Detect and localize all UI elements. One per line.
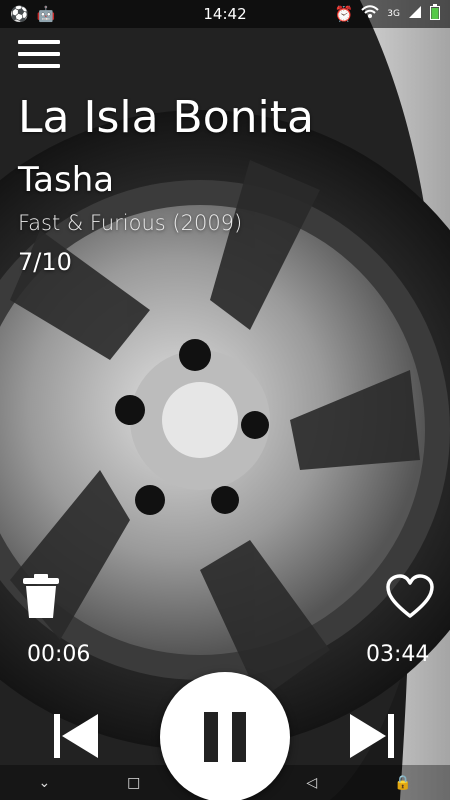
square-icon[interactable]: □	[127, 775, 140, 791]
pause-icon	[204, 712, 246, 762]
hamburger-menu-icon[interactable]	[18, 40, 60, 70]
back-triangle-icon[interactable]: ◁	[306, 775, 317, 791]
song-album: Fast & Furious (2009)	[18, 211, 243, 235]
lock-icon[interactable]: 🔒	[394, 775, 411, 791]
previous-track-icon[interactable]	[52, 712, 100, 760]
player-screen: ⚽ 🤖 14:42 ⏰ 3G La Isla Bonita Tasha Fast…	[0, 0, 450, 800]
android-icon: 🤖	[36, 5, 56, 23]
pause-button[interactable]	[160, 672, 290, 800]
elapsed-time: 00:06	[27, 642, 91, 667]
song-title: La Isla Bonita	[18, 92, 314, 143]
status-time: 14:42	[203, 5, 247, 23]
total-duration: 03:44	[366, 642, 430, 667]
next-track-icon[interactable]	[348, 712, 396, 760]
signal-icon	[408, 5, 422, 23]
wifi-icon	[361, 5, 380, 23]
alarm-icon: ⏰	[334, 5, 354, 23]
battery-icon	[430, 4, 440, 24]
network-label: 3G	[387, 9, 400, 19]
status-bar: ⚽ 🤖 14:42 ⏰ 3G	[0, 0, 450, 28]
trash-icon[interactable]	[22, 574, 60, 618]
track-number: 7/10	[18, 248, 72, 276]
song-artist: Tasha	[18, 160, 115, 200]
soccer-icon: ⚽	[10, 5, 29, 23]
chevron-down-icon[interactable]: ⌄	[38, 775, 50, 791]
heart-icon[interactable]	[386, 574, 434, 620]
